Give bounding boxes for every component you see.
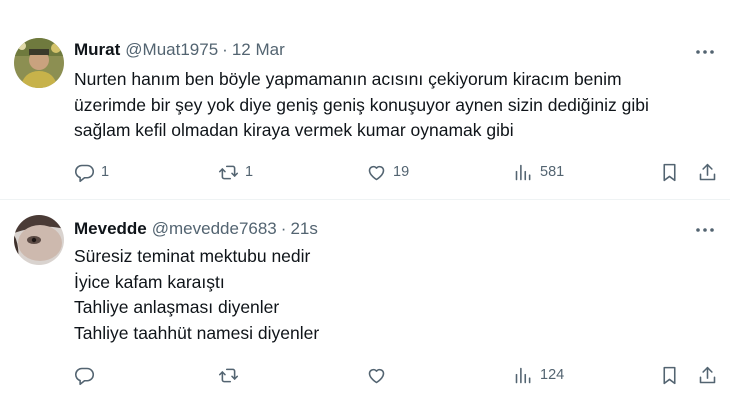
views-chart-icon xyxy=(515,164,531,180)
user-handle[interactable]: @mevedde7683 xyxy=(152,218,277,240)
tweet-text: Süresiz teminat mektubu nedir İyice kafa… xyxy=(74,244,714,346)
heart-icon xyxy=(368,368,385,383)
tweet-text-line: İyice kafam karaıştı xyxy=(74,271,225,292)
tweet-header: Mevedde @mevedde7683 · 21s xyxy=(74,218,318,240)
tweet-text-line: Tahliye anlaşması diyenler xyxy=(74,297,280,317)
retweet-icon xyxy=(218,165,239,179)
heart-icon xyxy=(368,165,385,180)
user-handle[interactable]: @Muat1975 xyxy=(125,39,218,61)
tweet-text-line: sağlam kefil olmadan kiraya vermek kumar… xyxy=(74,120,514,140)
retweet-button[interactable] xyxy=(218,362,245,388)
tweet-divider xyxy=(0,199,730,200)
like-count: 19 xyxy=(393,164,410,180)
display-name[interactable]: Murat xyxy=(74,39,120,61)
separator-dot: · xyxy=(280,219,287,238)
display-name[interactable]: Mevedde xyxy=(74,218,147,240)
like-button[interactable]: 19 xyxy=(366,159,409,185)
separator-dot: · xyxy=(222,40,228,59)
like-button[interactable] xyxy=(366,362,393,388)
bookmark-icon xyxy=(663,366,676,384)
bookmark-icon xyxy=(663,163,676,181)
avatar[interactable] xyxy=(14,215,64,265)
views-button[interactable]: 581 xyxy=(513,159,564,185)
avatar[interactable] xyxy=(14,38,64,88)
bookmark-button[interactable] xyxy=(659,159,680,185)
reply-count: 1 xyxy=(101,164,110,180)
action-bar: 1 1 19 581 xyxy=(74,159,724,185)
retweet-button[interactable]: 1 xyxy=(218,159,253,185)
more-horizontal-icon[interactable] xyxy=(694,41,716,63)
tweet-text: Nurten hanım ben böyle yapmamanın acısın… xyxy=(74,67,714,144)
retweet-icon xyxy=(218,368,239,382)
tweet-mevedde[interactable]: Mevedde @mevedde7683 · 21s Süresiz temin… xyxy=(0,201,730,420)
reply-icon xyxy=(74,367,95,385)
tweet-text-line: Tahliye taahhüt namesi diyenler xyxy=(74,322,320,343)
tweet-header: Murat @Muat1975 · 12 Mar xyxy=(74,39,285,61)
views-chart-icon xyxy=(515,367,531,383)
share-button[interactable] xyxy=(697,159,718,185)
share-icon xyxy=(699,366,716,383)
views-button[interactable]: 124 xyxy=(513,362,564,388)
views-count: 124 xyxy=(540,367,565,383)
reply-button[interactable] xyxy=(74,362,101,388)
action-bar: 124 xyxy=(74,362,724,388)
retweet-count: 1 xyxy=(245,164,254,180)
timestamp[interactable]: 12 Mar xyxy=(232,39,285,61)
tweet-text-line: Süresiz teminat mektubu nedir xyxy=(74,246,311,266)
share-button[interactable] xyxy=(697,362,718,388)
tweet-murat[interactable]: Murat @Muat1975 · 12 Mar Nurten hanım be… xyxy=(0,0,730,200)
tweet-text-line: üzerimde bir şey yok diye geniş geniş ko… xyxy=(74,94,649,115)
more-horizontal-icon[interactable] xyxy=(694,219,716,241)
share-icon xyxy=(699,163,716,180)
reply-button[interactable]: 1 xyxy=(74,159,109,185)
tweet-text-line: Nurten hanım ben böyle yapmamanın acısın… xyxy=(74,69,622,89)
timestamp[interactable]: 21s xyxy=(290,218,317,240)
bookmark-button[interactable] xyxy=(659,362,680,388)
reply-icon xyxy=(74,164,95,182)
views-count: 581 xyxy=(540,164,565,180)
